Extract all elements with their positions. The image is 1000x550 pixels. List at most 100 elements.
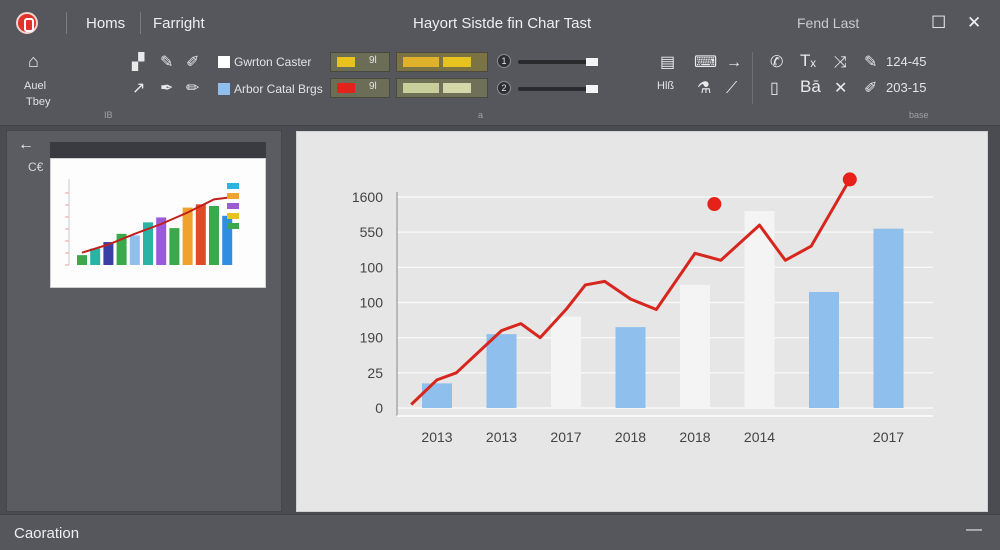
thumb-bar [182,207,193,265]
slider-1-handle[interactable] [586,58,598,66]
line-marker[interactable] [707,197,722,212]
slider-2-track[interactable] [518,85,598,93]
pen-icon[interactable]: ✎ [160,54,173,72]
bar[interactable] [422,383,452,408]
series-2-label[interactable]: Arbor Catal Brgs [234,82,323,96]
y-tick-label: 0 [375,400,383,416]
home-icon[interactable]: ⌂ [28,52,39,70]
y-tick-label: 1600 [352,189,383,205]
tool-label: Hlß [657,80,675,92]
bar[interactable] [551,316,581,408]
series-2-code: 9l [369,81,377,92]
x-tick-label: 2013 [421,429,452,445]
fill-segment [443,57,471,67]
status-bar: Caoration — [0,514,1000,550]
knife-icon[interactable]: ⟋ [726,80,737,98]
ribbon-label-top: Auel [24,80,47,92]
group-mark: IB [104,110,113,120]
pencil-icon[interactable]: ✐ [186,54,199,72]
find-last-button[interactable]: Fend Last [797,15,859,31]
series-1-label[interactable]: Gwrton Caster [234,55,311,69]
series-1-code: 9l [369,55,377,66]
line-marker[interactable] [842,172,857,187]
series-2-fill-bar[interactable] [396,78,488,98]
x-tick-label: 2014 [744,429,775,445]
thumb-bar [169,228,180,265]
chart-canvas[interactable]: 1600 550 100 100 190 25 0 2013 2013 2017 2018 2018 2… [296,131,988,512]
status-label: Caoration [14,525,80,542]
series-2-swatch[interactable] [218,83,230,95]
slider-1-track[interactable] [518,58,598,66]
clipboard-icon[interactable]: ▯ [770,80,779,98]
title-separator [140,12,141,34]
series-1-swatch[interactable] [218,56,230,68]
thumb-legend-chip [227,183,239,189]
ribbon-label-bottom: Tbey [26,96,51,108]
size-value-1[interactable]: 124-45 [886,54,926,69]
thumb-legend-chip [227,213,239,219]
x-tick-label: 2018 [615,429,646,445]
arrow-tool-icon[interactable]: ↗ [132,80,145,98]
thumb-bar [195,204,206,265]
title-separator [66,12,67,34]
text-tool-icon[interactable]: Tₓ [800,52,816,70]
thumb-legend-chip [227,223,239,229]
main-chart: 1600 550 100 100 190 25 0 2013 2013 2017 2018 2018 2… [352,172,933,445]
app-logo-icon [16,12,38,34]
minimize-panel-icon[interactable]: — [966,521,982,539]
thumb-bar [90,248,101,265]
series-1-fill-bar[interactable] [396,52,488,72]
fill-segment [443,83,471,93]
bar[interactable] [615,327,646,408]
y-tick-label: 100 [360,259,384,275]
x-tick-label: 2018 [679,429,710,445]
y-tick-label: 25 [367,365,383,381]
document-title: Hayort Sistde fin Char Tast [413,15,592,32]
group-mark: base [909,110,929,120]
menu-home[interactable]: Homs [86,15,125,32]
stroke-icon[interactable]: ✐ [864,80,877,98]
y-tick-label: 550 [360,224,384,240]
fill-segment [403,83,439,93]
thumb-legend-chip [227,203,239,209]
bar[interactable] [873,228,904,408]
menu-farright[interactable]: Farright [153,15,205,32]
cross-icon[interactable]: ✕ [834,80,847,98]
phone-icon[interactable]: ✆ [770,54,783,72]
close-icon[interactable]: ✕ [967,13,981,33]
x-tick-label: 2017 [550,429,581,445]
slider-2-handle[interactable] [586,85,598,93]
keyboard-icon[interactable]: ⌨ [694,54,717,72]
title-bar: Homs Farright Hayort Sistde fin Char Tas… [0,0,1000,46]
red-color-swatch [337,83,355,93]
back-icon[interactable]: ← [18,136,34,154]
size-value-2[interactable]: 203-15 [886,80,926,95]
link-icon[interactable]: ⤨ [834,54,847,72]
brush-icon[interactable]: ✒ [160,80,173,98]
bar[interactable] [486,334,517,408]
ribbon-toolbar: ⌂ Auel Tbey ▞ ✎ ✐ ↗ ✒ ✏ Gwrton Caster Ar… [0,46,1000,126]
thumb-bar [77,255,87,265]
flask-icon[interactable]: ⚗ [697,80,711,98]
shapes-icon[interactable]: ▞ [132,54,144,72]
yellow-color-swatch [337,57,355,67]
bar[interactable] [680,284,710,408]
arrow-right-icon[interactable]: → [726,54,742,72]
pane-label: C€ [28,160,44,174]
slide-thumbnail[interactable] [50,158,266,288]
x-tick-label: 2013 [486,429,517,445]
group-mark: a [478,110,484,120]
marker-icon[interactable]: ✏ [186,80,199,98]
bold-tool-icon[interactable]: Bā [800,78,821,96]
x-tick-label: 2017 [873,429,904,445]
series-1-color-picker[interactable]: 9l [330,52,390,72]
thumb-bar [209,205,219,265]
maximize-icon[interactable]: ☐ [931,13,946,33]
eraser-icon[interactable]: ✎ [864,54,877,72]
y-tick-label: 190 [360,330,384,346]
table-icon[interactable]: ▤ [660,54,675,72]
series-2-color-picker[interactable]: 9l [330,78,390,98]
slider-1-index: 1 [497,54,511,68]
bar[interactable] [809,291,839,408]
thumb-legend-chip [227,193,239,199]
